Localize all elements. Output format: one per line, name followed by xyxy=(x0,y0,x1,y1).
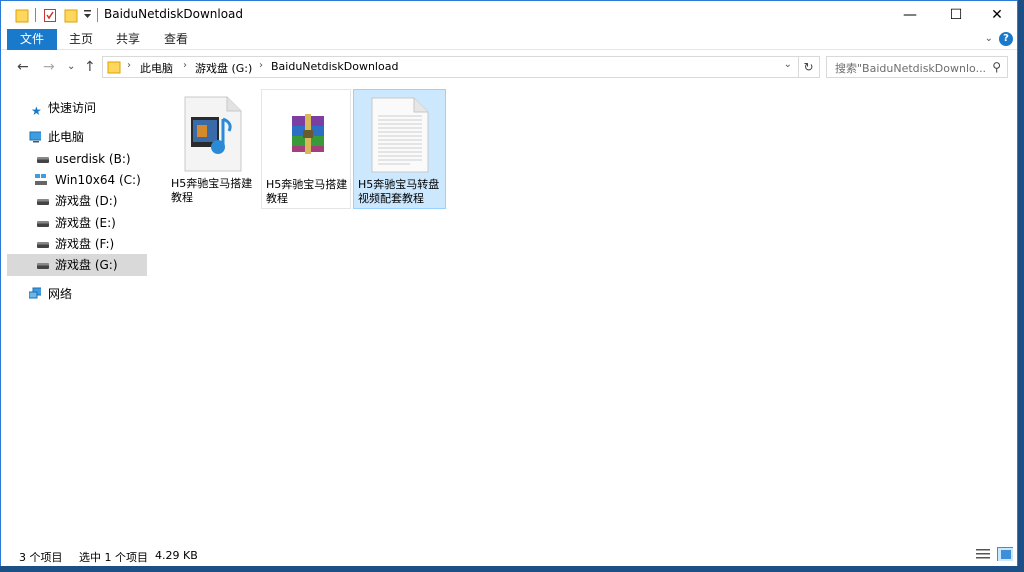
explorer-window: BaiduNetdiskDownload — ☐ ✕ 文件 主页 共享 查看 ⌄… xyxy=(0,0,1018,566)
drive-icon xyxy=(37,199,49,205)
navigation-pane: ★ 快速访问 此电脑 userdisk (B:) Win10x64 (C:) 游… xyxy=(1,85,148,541)
sidebar-item-drive-c[interactable]: Win10x64 (C:) xyxy=(7,169,147,191)
file-list: H5奔驰宝马搭建教程 H5奔驰宝马搭建教程 H5奔驰宝马转盘视频配套教程 xyxy=(151,85,1017,541)
tab-view[interactable]: 查看 xyxy=(156,29,196,50)
properties-icon[interactable] xyxy=(43,7,57,23)
large-icons-view-icon[interactable] xyxy=(997,547,1013,561)
breadcrumb-drive-g[interactable]: 游戏盘 (G:) xyxy=(195,60,252,76)
file-item[interactable]: H5奔驰宝马搭建教程 xyxy=(261,89,351,209)
title-bar: BaiduNetdiskDownload — ☐ ✕ xyxy=(1,1,1017,29)
sidebar-item-label: 游戏盘 (G:) xyxy=(55,258,118,272)
drive-icon xyxy=(37,263,49,269)
sidebar-item-label: 游戏盘 (D:) xyxy=(55,194,118,208)
sidebar-item-label: 此电脑 xyxy=(48,130,85,144)
details-view-icon[interactable] xyxy=(975,547,991,561)
status-bar: 3 个项目 选中 1 个项目 4.29 KB xyxy=(1,542,1017,566)
windows-drive-icon xyxy=(35,174,47,185)
drive-icon xyxy=(37,242,49,248)
sidebar-item-drive-d[interactable]: 游戏盘 (D:) xyxy=(7,190,147,212)
minimize-button[interactable]: — xyxy=(887,1,933,29)
customize-toolbar-icon[interactable] xyxy=(83,10,92,20)
winrar-archive-icon xyxy=(292,114,324,154)
chevron-down-icon[interactable]: ⌄ xyxy=(985,33,993,44)
text-document-icon xyxy=(371,97,429,173)
back-arrow-icon[interactable]: ← xyxy=(17,59,29,75)
search-icon[interactable]: ⚲ xyxy=(992,60,1001,74)
search-input[interactable]: 搜索"BaiduNetdiskDownlo..." xyxy=(835,60,985,76)
ribbon-tabs: 文件 主页 共享 查看 ⌄ ? xyxy=(1,29,1017,50)
selected-size: 4.29 KB xyxy=(155,549,198,562)
sidebar-item-label: 游戏盘 (F:) xyxy=(55,237,115,251)
chevron-right-icon: › xyxy=(183,60,187,71)
sidebar-item-drive-g[interactable]: 游戏盘 (G:) xyxy=(7,254,147,276)
navigation-bar: ← → ⌄ ↑ › 此电脑 › 游戏盘 (G:) › BaiduNetdiskD… xyxy=(1,51,1017,83)
computer-icon xyxy=(29,131,41,143)
breadcrumb-this-pc[interactable]: 此电脑 xyxy=(140,60,173,76)
sidebar-item-network[interactable]: 网络 xyxy=(7,283,147,305)
chevron-down-icon[interactable]: ⌄ xyxy=(784,59,792,70)
sidebar-item-this-pc[interactable]: 此电脑 xyxy=(7,126,147,148)
divider xyxy=(35,8,36,22)
help-icon[interactable]: ? xyxy=(999,32,1013,46)
chevron-right-icon: › xyxy=(127,60,131,71)
file-name: H5奔驰宝马搭建教程 xyxy=(266,178,348,205)
tab-home[interactable]: 主页 xyxy=(61,29,101,50)
sidebar-item-quick-access[interactable]: ★ 快速访问 xyxy=(7,97,147,119)
sidebar-item-label: 游戏盘 (E:) xyxy=(55,216,116,230)
maximize-button[interactable]: ☐ xyxy=(933,1,979,29)
file-item-selected[interactable]: H5奔驰宝马转盘视频配套教程 xyxy=(353,89,446,209)
address-bar[interactable]: › 此电脑 › 游戏盘 (G:) › BaiduNetdiskDownload … xyxy=(102,56,799,78)
selected-count: 选中 1 个项目 xyxy=(79,551,148,564)
sidebar-item-label: userdisk (B:) xyxy=(55,152,131,166)
sidebar-item-label: 快速访问 xyxy=(48,101,97,115)
chevron-right-icon: › xyxy=(259,60,263,71)
file-name: H5奔驰宝马搭建教程 xyxy=(171,177,253,204)
search-box[interactable]: 搜索"BaiduNetdiskDownlo..." ⚲ xyxy=(826,56,1008,78)
folder-icon xyxy=(107,61,121,74)
refresh-button[interactable]: ↻ xyxy=(798,56,820,78)
sidebar-item-label: 网络 xyxy=(48,287,73,301)
divider xyxy=(97,8,98,22)
refresh-icon: ↻ xyxy=(803,60,814,74)
file-name: H5奔驰宝马转盘视频配套教程 xyxy=(358,178,440,205)
close-button[interactable]: ✕ xyxy=(974,1,1020,29)
tab-share[interactable]: 共享 xyxy=(108,29,148,50)
up-arrow-icon[interactable]: ↑ xyxy=(84,59,96,75)
item-count: 3 个项目 xyxy=(19,551,63,564)
network-icon xyxy=(29,287,41,299)
breadcrumb-current-folder[interactable]: BaiduNetdiskDownload xyxy=(271,60,398,73)
sidebar-item-drive-e[interactable]: 游戏盘 (E:) xyxy=(7,212,147,234)
tab-file[interactable]: 文件 xyxy=(7,29,57,50)
star-icon: ★ xyxy=(31,104,42,118)
forward-arrow-icon[interactable]: → xyxy=(43,59,55,75)
recent-locations-icon[interactable]: ⌄ xyxy=(67,61,75,72)
new-folder-icon[interactable] xyxy=(64,7,78,23)
sidebar-item-drive-b[interactable]: userdisk (B:) xyxy=(7,148,147,170)
folder-icon[interactable] xyxy=(15,7,29,23)
drive-icon xyxy=(37,157,49,163)
sidebar-item-drive-f[interactable]: 游戏盘 (F:) xyxy=(7,233,147,255)
drive-icon xyxy=(37,221,49,227)
sidebar-item-label: Win10x64 (C:) xyxy=(55,173,141,187)
file-item[interactable]: H5奔驰宝马搭建教程 xyxy=(167,89,257,209)
video-file-icon xyxy=(184,96,242,172)
window-title: BaiduNetdiskDownload xyxy=(104,7,244,21)
